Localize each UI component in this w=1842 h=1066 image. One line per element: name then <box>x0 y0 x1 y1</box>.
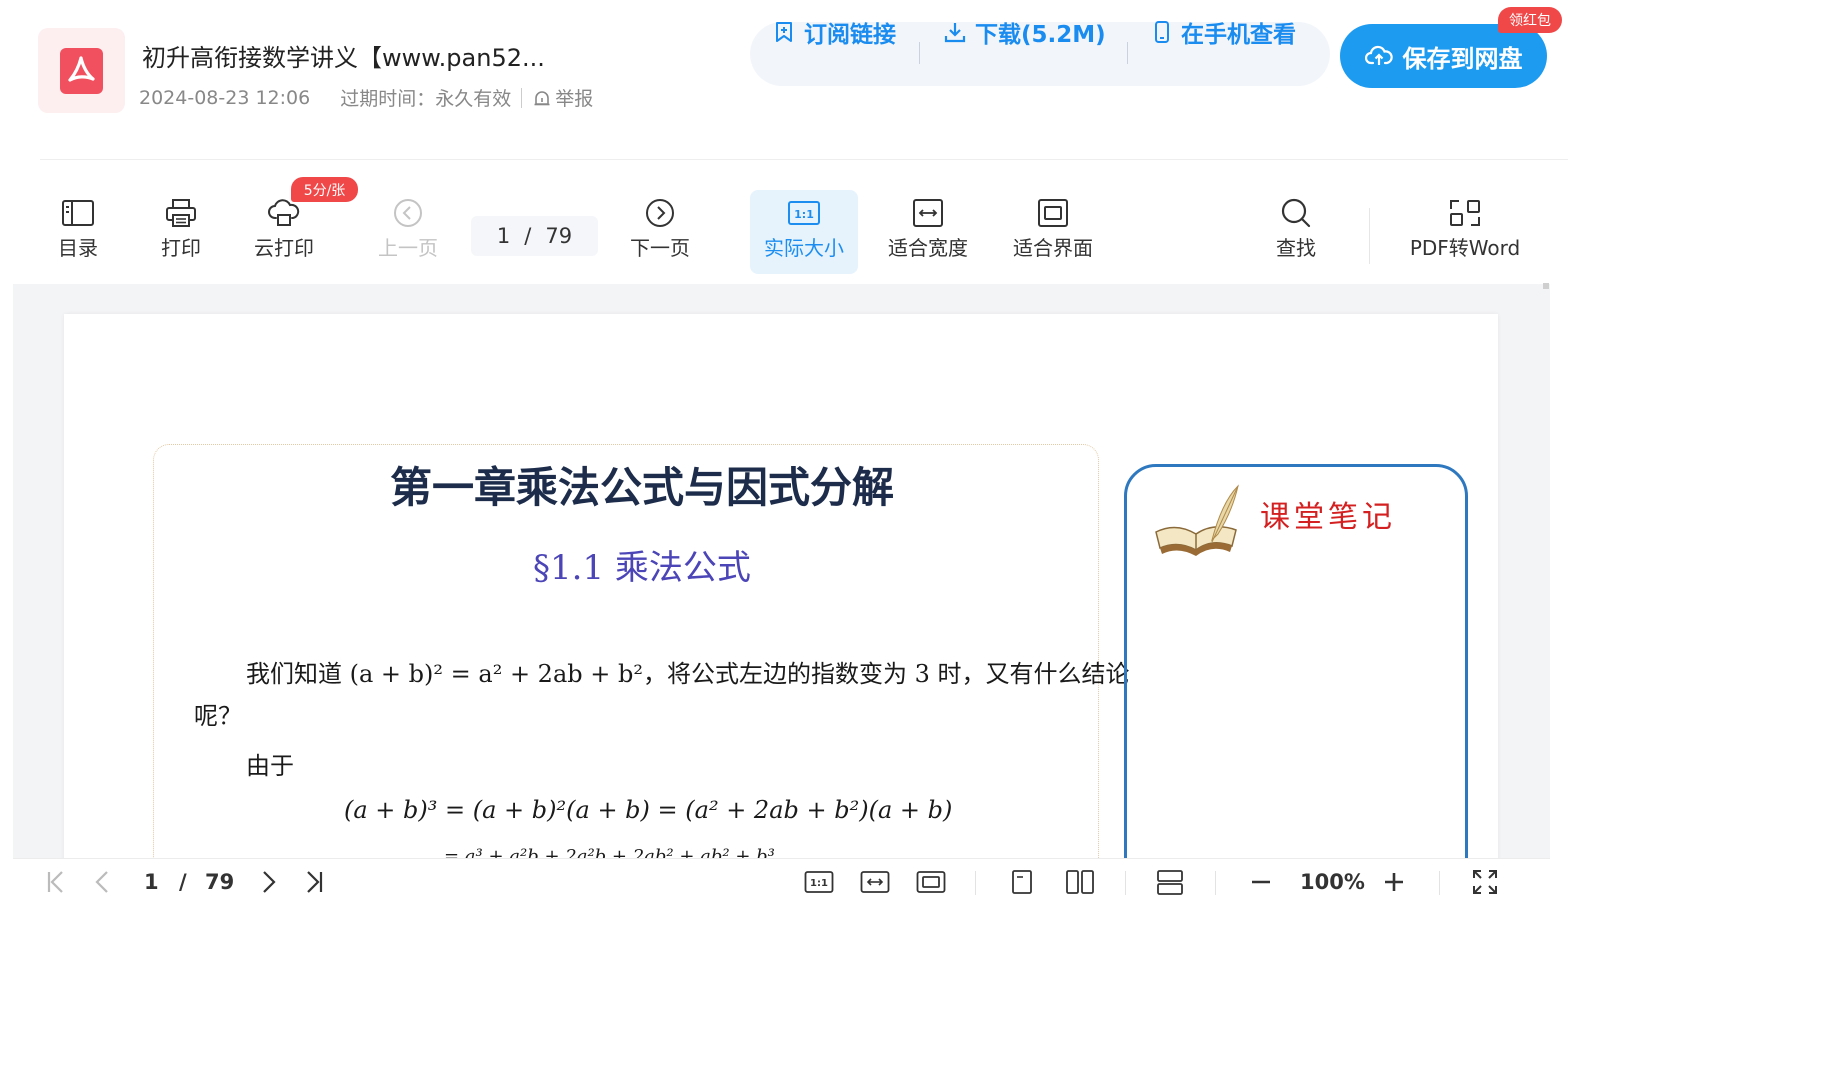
bottom-page-sep: / <box>179 870 187 894</box>
pdf-viewer-app: 初升高衔接数学讲义【www.pan52... 2024-08-23 12:06 … <box>0 0 1568 907</box>
bottom-current-page[interactable]: 1 <box>144 859 159 905</box>
current-page[interactable]: 1 <box>497 224 510 248</box>
fullscreen-icon <box>1473 870 1497 894</box>
zoom-out-button[interactable] <box>1247 859 1275 905</box>
chevron-left-circle-icon <box>394 199 422 227</box>
actual-size-icon: 1:1 <box>788 201 820 225</box>
actual-size-button[interactable]: 1:1 实际大小 <box>750 190 858 274</box>
printer-icon <box>166 199 196 227</box>
plus-icon <box>1385 873 1403 891</box>
fit-width-icon <box>860 871 890 893</box>
phone-icon <box>1155 21 1169 43</box>
cloud-print-button[interactable]: 云打印 <box>248 190 320 274</box>
print-button[interactable]: 打印 <box>151 190 211 274</box>
formula: = a³ + a²b + 2a²b + 2ab² + ab² + b³ <box>444 846 775 858</box>
last-page-icon <box>307 871 323 893</box>
total-pages: 79 <box>545 224 573 248</box>
file-meta: 2024-08-23 12:06 过期时间：永久有效 举报 <box>139 84 593 111</box>
continuous-scroll-icon <box>1157 870 1183 895</box>
download-button[interactable]: 下载(5.2M) <box>943 0 1106 64</box>
actual-size-icon: 1:1 <box>804 871 834 893</box>
cloud-print-icon <box>268 199 300 226</box>
fit-width-small-button[interactable] <box>859 859 891 905</box>
convert-icon <box>1450 200 1480 226</box>
section-title: §1.1 乘法公式 <box>533 548 751 588</box>
zoom-level: 100% <box>1300 870 1365 894</box>
paragraph-line: 我们知道 (a + b)² = a² + 2ab + b²，将公式左边的指数变为… <box>246 660 1130 688</box>
svg-text:1:1: 1:1 <box>810 878 828 889</box>
sidebar-icon <box>62 200 94 226</box>
report-link[interactable]: 举报 <box>532 84 593 111</box>
toc-button[interactable]: 目录 <box>48 190 108 274</box>
prev-page-button[interactable]: 上一页 <box>372 190 444 274</box>
continuous-scroll-button[interactable] <box>1153 859 1187 905</box>
chapter-title: 第一章乘法公式与因式分解 <box>389 463 894 512</box>
fullscreen-button[interactable] <box>1469 859 1501 905</box>
minus-icon <box>1252 880 1270 884</box>
document-viewport[interactable]: 第一章乘法公式与因式分解 §1.1 乘法公式 我们知道 (a + b)² = a… <box>13 284 1550 858</box>
single-page-button[interactable] <box>1008 859 1036 905</box>
cloud-upload-icon <box>1364 45 1393 65</box>
download-icon <box>944 23 966 43</box>
chevron-right-icon <box>263 871 276 893</box>
fit-width-icon <box>913 199 943 227</box>
search-icon <box>1281 198 1311 228</box>
scrollbar-thumb[interactable] <box>1543 283 1549 289</box>
page-input[interactable]: 1 / 79 <box>471 216 598 256</box>
save-to-cloud-button[interactable]: 保存到网盘 <box>1340 24 1547 88</box>
next-page-button[interactable]: 下一页 <box>624 190 696 274</box>
pdf-to-word-button[interactable]: PDF转Word <box>1404 190 1526 274</box>
cloud-print-price-badge: 5分/张 <box>291 177 358 202</box>
fit-screen-icon <box>916 871 946 893</box>
expire-text: 过期时间：永久有效 <box>340 88 512 110</box>
first-page-icon <box>47 871 63 893</box>
paragraph-line: 呢？ <box>194 702 242 730</box>
subscribe-link-button[interactable]: 订阅链接 <box>772 0 896 64</box>
red-packet-badge[interactable]: 领红包 <box>1498 7 1562 33</box>
bottom-bar: 1 / 79 1:1 100% <box>13 858 1550 904</box>
next-page-small-button[interactable] <box>254 859 284 905</box>
paragraph-line: 由于 <box>246 752 294 780</box>
chevron-right-circle-icon <box>646 199 674 227</box>
chevron-left-icon <box>95 871 108 893</box>
fit-screen-button[interactable]: 适合界面 <box>1007 190 1099 274</box>
notes-title: 课堂笔记 <box>1260 500 1396 535</box>
pdf-file-icon <box>38 28 125 113</box>
double-page-button[interactable] <box>1063 859 1097 905</box>
book-quill-icon <box>1155 484 1239 556</box>
svg-text:1:1: 1:1 <box>794 208 814 221</box>
last-page-button[interactable] <box>299 859 329 905</box>
fit-screen-icon <box>1038 199 1068 227</box>
fit-screen-small-button[interactable] <box>915 859 947 905</box>
view-on-mobile-button[interactable]: 在手机查看 <box>1151 0 1296 64</box>
bookmark-add-icon <box>776 22 792 42</box>
actual-size-small-button[interactable]: 1:1 <box>803 859 835 905</box>
alarm-icon <box>534 90 550 105</box>
formula: (a + b)³ = (a + b)²(a + b) = (a² + 2ab +… <box>344 796 953 824</box>
find-button[interactable]: 查找 <box>1266 190 1326 274</box>
bottom-total-pages: 79 <box>205 870 235 894</box>
fit-width-button[interactable]: 适合宽度 <box>882 190 974 274</box>
double-page-icon <box>1066 870 1094 894</box>
prev-page-small-button[interactable] <box>87 859 117 905</box>
file-header: 初升高衔接数学讲义【www.pan52... 2024-08-23 12:06 … <box>0 0 1568 160</box>
zoom-in-button[interactable] <box>1380 859 1408 905</box>
file-title: 初升高衔接数学讲义【www.pan52... <box>142 44 545 72</box>
single-page-icon <box>1012 870 1032 894</box>
file-date: 2024-08-23 12:06 <box>139 86 311 109</box>
first-page-button[interactable] <box>41 859 71 905</box>
document-page: 第一章乘法公式与因式分解 §1.1 乘法公式 我们知道 (a + b)² = a… <box>64 314 1498 858</box>
